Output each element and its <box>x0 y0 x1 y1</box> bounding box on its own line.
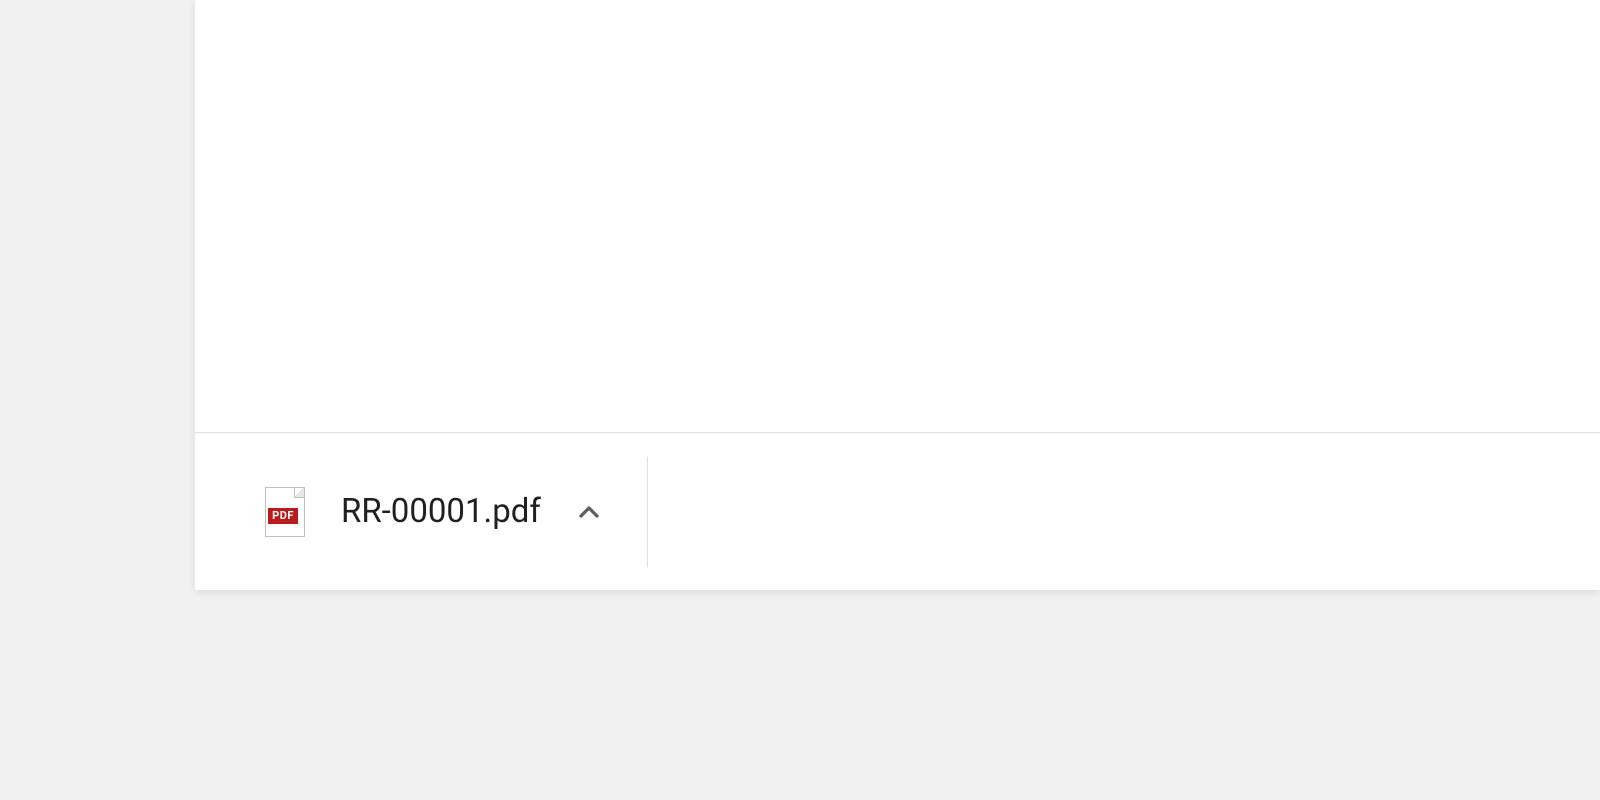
downloads-bar: PDF RR-00001.pdf <box>195 432 1600 590</box>
download-item[interactable]: PDF RR-00001.pdf <box>195 457 648 567</box>
download-filename: RR-00001.pdf <box>341 492 541 531</box>
pdf-icon-label: PDF <box>268 508 298 524</box>
chevron-up-icon[interactable] <box>571 494 607 530</box>
content-area <box>195 0 1600 431</box>
pdf-file-icon: PDF <box>265 487 305 537</box>
browser-window: PDF RR-00001.pdf <box>195 0 1600 590</box>
